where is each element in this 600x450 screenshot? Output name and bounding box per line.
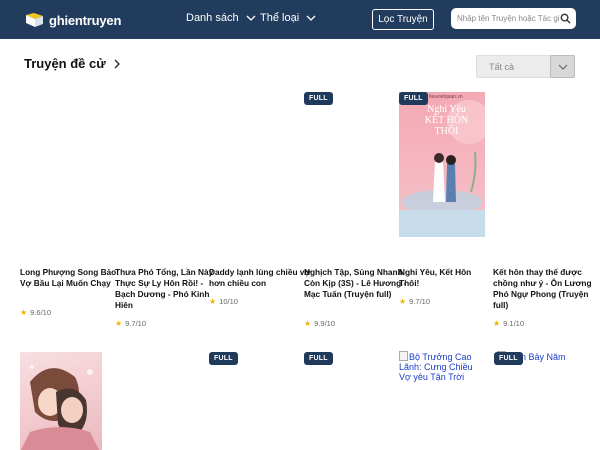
- broken-cover-image[interactable]: Bộ Trưởng Cao Lãnh: Cưng Chiều Vợ yêu Tậ…: [399, 351, 479, 382]
- book-title[interactable]: Daddy lạnh lùng chiều vợ hơn chiều con: [209, 267, 319, 289]
- book-cover[interactable]: [20, 92, 106, 237]
- star-icon: ★: [209, 297, 217, 306]
- chevron-down-icon: [558, 64, 567, 70]
- book-title[interactable]: Nghỉ Yêu, Kết Hôn Thôi!: [399, 267, 489, 289]
- book-logo-icon: [24, 12, 46, 28]
- nav-label: Thể loại: [260, 12, 300, 24]
- cover-site-text: tieuvietquan.vn: [429, 94, 463, 100]
- full-badge: FULL: [304, 92, 333, 105]
- book-cover[interactable]: [20, 352, 102, 450]
- search-box: [451, 8, 576, 29]
- book-title[interactable]: Nghịch Tập, Sủng Nhanh Còn Kịp (3S) - Lê…: [304, 267, 414, 300]
- top-header: ghientruyen Danh sách Thể loại Lọc Truyệ…: [0, 0, 600, 39]
- book-cover[interactable]: [304, 92, 390, 237]
- broken-image-icon: [399, 351, 408, 361]
- section-title-text: Truyện đề cử: [24, 56, 106, 71]
- full-badge: FULL: [494, 352, 523, 365]
- section-title[interactable]: Truyện đề cử: [24, 56, 120, 71]
- full-badge: FULL: [209, 352, 238, 365]
- select-value: Tất cả: [489, 62, 515, 72]
- book-rating: ★ 9.6/10: [20, 308, 51, 317]
- chevron-right-icon: [114, 59, 120, 68]
- rating-value: 10/10: [219, 297, 238, 306]
- rating-value: 9.9/10: [314, 319, 336, 328]
- book-rating: ★ 9.1/10: [493, 319, 524, 328]
- search-icon[interactable]: [560, 13, 571, 24]
- book-cover[interactable]: [209, 92, 295, 237]
- star-icon: ★: [304, 319, 312, 328]
- rating-value: 9.6/10: [30, 308, 52, 317]
- star-icon: ★: [493, 319, 501, 328]
- search-input[interactable]: [451, 8, 559, 29]
- chevron-down-icon: [306, 15, 316, 21]
- nav-danh-sach[interactable]: Danh sách: [186, 12, 256, 24]
- book-cover[interactable]: [493, 92, 579, 237]
- book-rating: ★ 9.9/10: [304, 319, 335, 328]
- rating-value: 9.1/10: [503, 319, 525, 328]
- star-icon: ★: [20, 308, 28, 317]
- logo-text: ghientruyen: [49, 12, 122, 28]
- site-logo[interactable]: ghientruyen: [24, 11, 121, 29]
- book-cover[interactable]: [115, 92, 201, 237]
- book-cover[interactable]: tieuvietquan.vn Nghỉ Yêu KẾT HÔN THÔI: [399, 92, 485, 237]
- book-title[interactable]: Kết hôn thay thế được chồng như ý - Ôn L…: [493, 267, 600, 311]
- full-badge: FULL: [399, 92, 428, 105]
- cover-illustration: [21, 365, 99, 450]
- book-rating: ★ 10/10: [209, 297, 238, 306]
- book-rating: ★ 9.7/10: [399, 297, 430, 306]
- rating-value: 9.7/10: [409, 297, 431, 306]
- filter-stories-button[interactable]: Lọc Truyện: [372, 9, 434, 30]
- book-title[interactable]: Long Phượng Song Bảo: Vợ Bầu Lại Muốn Ch…: [20, 267, 130, 289]
- nav-the-loai[interactable]: Thể loại: [260, 12, 316, 24]
- chevron-down-icon: [246, 15, 256, 21]
- category-select[interactable]: Tất cả: [476, 55, 575, 78]
- select-toggle[interactable]: [550, 55, 575, 78]
- cover-alt-text: Bộ Trưởng Cao Lãnh: Cưng Chiều Vợ yêu Tậ…: [399, 352, 473, 382]
- cover-title-text: Nghỉ Yêu KẾT HÔN THÔI: [424, 104, 469, 137]
- full-badge: FULL: [304, 352, 333, 365]
- nav-label: Danh sách: [186, 12, 239, 24]
- star-icon: ★: [399, 297, 407, 306]
- rating-value: 9.7/10: [125, 319, 147, 328]
- star-icon: ★: [115, 319, 123, 328]
- book-rating: ★ 9.7/10: [115, 319, 146, 328]
